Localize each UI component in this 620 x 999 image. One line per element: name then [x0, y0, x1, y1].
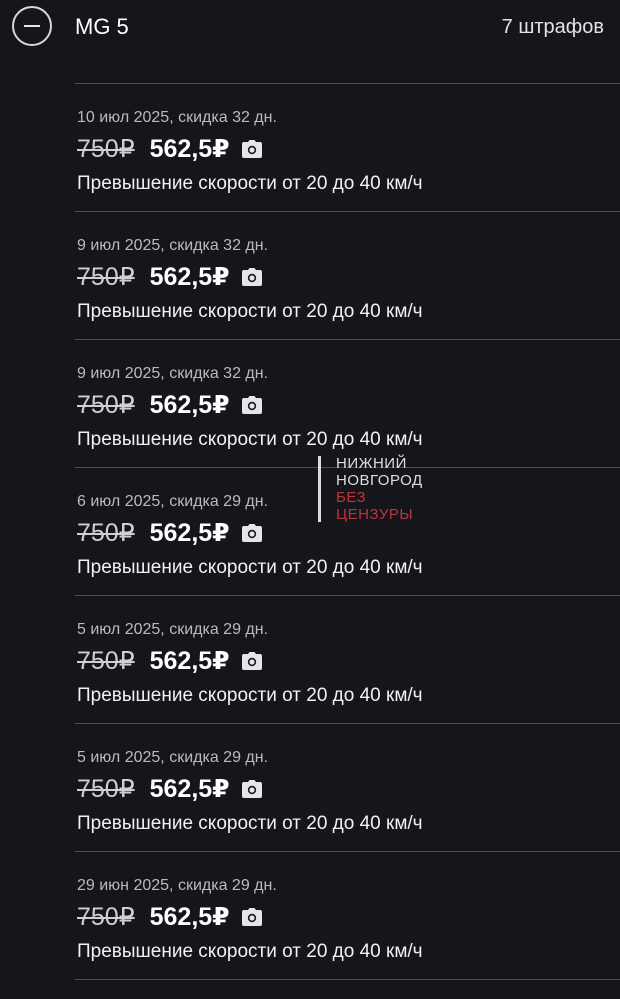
- camera-icon-svg: [241, 524, 262, 542]
- price-row: 750₽ 562,5₽: [77, 262, 262, 292]
- old-price: 750₽: [77, 519, 135, 547]
- discounted-price: 562,5₽: [149, 263, 230, 291]
- discounted-price: 562,5₽: [149, 903, 230, 931]
- old-price: 750₽: [77, 647, 135, 675]
- fine-item[interactable]: 5 июл 2025, скидка 29 дн. 750₽ 562,5₽ Превы…: [75, 724, 620, 852]
- fine-description: Превышение скорости от 20 до 40 км/ч: [77, 941, 423, 962]
- discounted-price: 562,5₽: [149, 647, 230, 675]
- price-row: 750₽ 562,5₽: [77, 390, 262, 420]
- old-price: 750₽: [77, 263, 135, 291]
- watermark-text: НОВГОРОД: [336, 472, 423, 489]
- fine-date: 5 июл 2025, скидка 29 дн.: [77, 621, 269, 638]
- camera-icon-svg: [241, 396, 262, 414]
- camera-icon[interactable]: [241, 780, 262, 798]
- collapse-icon[interactable]: [12, 6, 52, 46]
- fine-description: Превышение скорости от 20 до 40 км/ч: [77, 813, 423, 834]
- fine-item[interactable]: 10 июл 2025, скидка 32 дн. 750₽ 562,5₽ Прев…: [75, 84, 620, 212]
- fines-count: 7 штрафов: [501, 16, 604, 38]
- minus-icon: [24, 25, 40, 27]
- camera-icon-svg: [241, 140, 262, 158]
- camera-icon-svg: [241, 908, 262, 926]
- fine-item[interactable]: 9 июл 2025, скидка 32 дн. 750₽ 562,5₽ Превы…: [75, 212, 620, 340]
- car-header[interactable]: MG 5 7 штрафов: [0, 0, 620, 56]
- camera-icon[interactable]: [241, 652, 262, 670]
- old-price: 750₽: [77, 775, 135, 803]
- camera-icon-svg: [241, 268, 262, 286]
- watermark-text: БЕЗ: [336, 489, 367, 506]
- discounted-price: 562,5₽: [149, 135, 230, 163]
- discounted-price: 562,5₽: [149, 391, 230, 419]
- fine-description: Превышение скорости от 20 до 40 км/ч: [77, 173, 423, 194]
- fine-date: 6 июл 2025, скидка 29 дн.: [77, 493, 269, 510]
- watermark-line: [318, 456, 321, 522]
- price-row: 750₽ 562,5₽: [77, 646, 262, 676]
- discounted-price: 562,5₽: [149, 775, 230, 803]
- camera-icon-svg: [241, 780, 262, 798]
- fine-date: 29 июн 2025, скидка 29 дн.: [77, 877, 277, 894]
- camera-icon-svg: [241, 652, 262, 670]
- watermark-text: ЦЕНЗУРЫ: [336, 506, 414, 523]
- price-row: 750₽ 562,5₽: [77, 902, 262, 932]
- fine-date: 5 июл 2025, скидка 29 дн.: [77, 749, 269, 766]
- car-name: MG 5: [75, 14, 129, 39]
- price-row: 750₽ 562,5₽: [77, 774, 262, 804]
- price-row: 750₽ 562,5₽: [77, 518, 262, 548]
- price-row: 750₽ 562,5₽: [77, 134, 262, 164]
- camera-icon[interactable]: [241, 908, 262, 926]
- old-price: 750₽: [77, 391, 135, 419]
- fine-date: 10 июл 2025, скидка 32 дн.: [77, 109, 277, 126]
- fine-description: Превышение скорости от 20 до 40 км/ч: [77, 685, 423, 706]
- fine-item[interactable]: 29 июн 2025, скидка 29 дн. 750₽ 562,5₽ Прев…: [75, 852, 620, 980]
- camera-icon[interactable]: [241, 268, 262, 286]
- fine-description: Превышение скорости от 20 до 40 км/ч: [77, 301, 423, 322]
- camera-icon[interactable]: [241, 524, 262, 542]
- fine-item[interactable]: 5 июл 2025, скидка 29 дн. 750₽ 562,5₽ Превы…: [75, 596, 620, 724]
- watermark-text: НИЖНИЙ: [336, 455, 407, 472]
- fines-screen: MG 5 7 штрафов 10 июл 2025, скидка 32 дн…: [0, 0, 620, 999]
- fine-item[interactable]: 9 июл 2025, скидка 32 дн. 750₽ 562,5₽ Превы…: [75, 340, 620, 468]
- old-price: 750₽: [77, 135, 135, 163]
- camera-icon[interactable]: [241, 140, 262, 158]
- fine-description: Превышение скорости от 20 до 40 км/ч: [77, 429, 423, 450]
- camera-icon[interactable]: [241, 396, 262, 414]
- watermark-logo: НИЖНИЙ НОВГОРОД БЕЗ ЦЕНЗУРЫ: [318, 452, 448, 532]
- fine-date: 9 июл 2025, скидка 32 дн.: [77, 237, 269, 254]
- old-price: 750₽: [77, 903, 135, 931]
- fine-date: 9 июл 2025, скидка 32 дн.: [77, 365, 269, 382]
- fine-description: Превышение скорости от 20 до 40 км/ч: [77, 557, 423, 578]
- discounted-price: 562,5₽: [149, 519, 230, 547]
